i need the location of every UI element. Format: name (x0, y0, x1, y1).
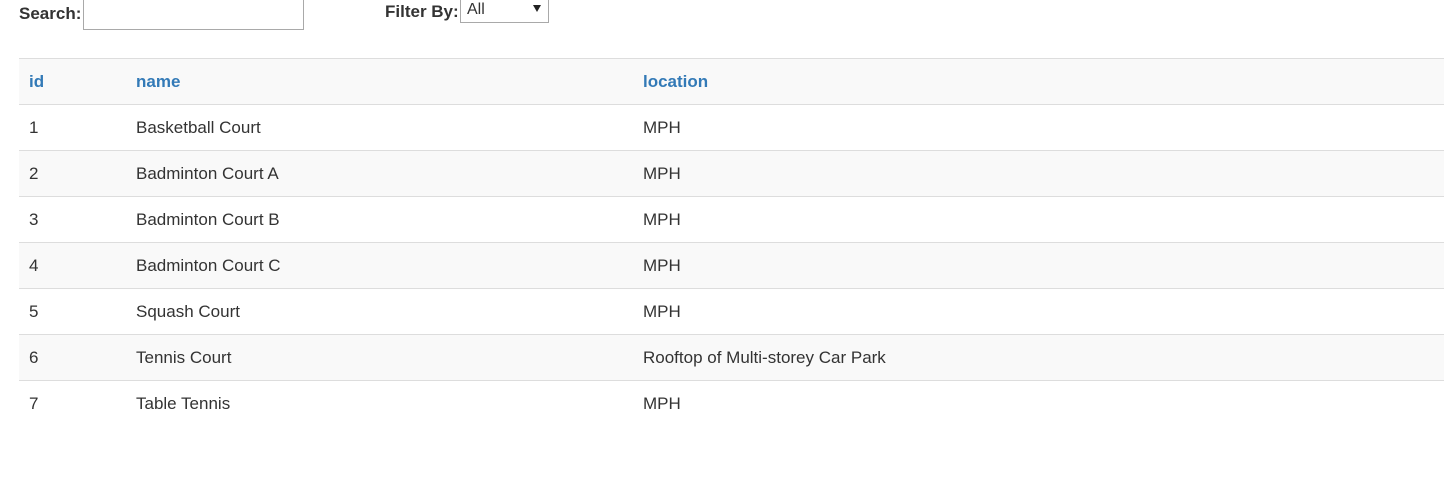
column-header-id[interactable]: id (19, 58, 126, 105)
cell-id: 5 (19, 288, 126, 335)
cell-name: Badminton Court C (126, 242, 633, 289)
table-row[interactable]: 2 Badminton Court A MPH (19, 150, 1444, 197)
table-row[interactable]: 3 Badminton Court B MPH (19, 196, 1444, 243)
cell-id: 1 (19, 104, 126, 151)
filter-toolbar: Search: Filter By: All (0, 0, 1454, 40)
filter-selected-value: All (467, 1, 485, 18)
cell-location: MPH (633, 242, 1444, 289)
cell-id: 2 (19, 150, 126, 197)
table-row[interactable]: 6 Tennis Court Rooftop of Multi-storey C… (19, 334, 1444, 381)
cell-id: 3 (19, 196, 126, 243)
facilities-table: id name location 1 Basketball Court MPH … (19, 58, 1444, 427)
cell-id: 6 (19, 334, 126, 381)
cell-location: MPH (633, 150, 1444, 197)
search-input[interactable] (83, 0, 304, 30)
cell-name: Basketball Court (126, 104, 633, 151)
cell-name: Badminton Court A (126, 150, 633, 197)
cell-id: 7 (19, 380, 126, 427)
table-row[interactable]: 7 Table Tennis MPH (19, 380, 1444, 427)
column-header-location[interactable]: location (633, 58, 1444, 105)
cell-name: Table Tennis (126, 380, 633, 427)
search-label: Search: (19, 4, 82, 23)
cell-location: MPH (633, 380, 1444, 427)
table-header-row: id name location (19, 58, 1444, 105)
chevron-down-icon (533, 5, 541, 12)
table-row[interactable]: 1 Basketball Court MPH (19, 104, 1444, 151)
cell-name: Tennis Court (126, 334, 633, 381)
facilities-table-container: id name location 1 Basketball Court MPH … (19, 58, 1444, 427)
cell-location: MPH (633, 288, 1444, 335)
column-header-name[interactable]: name (126, 58, 633, 105)
cell-location: Rooftop of Multi-storey Car Park (633, 334, 1444, 381)
table-row[interactable]: 4 Badminton Court C MPH (19, 242, 1444, 289)
cell-name: Squash Court (126, 288, 633, 335)
cell-name: Badminton Court B (126, 196, 633, 243)
cell-id: 4 (19, 242, 126, 289)
filter-label: Filter By: (385, 2, 459, 21)
filter-select[interactable]: All (460, 0, 549, 23)
cell-location: MPH (633, 196, 1444, 243)
cell-location: MPH (633, 104, 1444, 151)
table-row[interactable]: 5 Squash Court MPH (19, 288, 1444, 335)
